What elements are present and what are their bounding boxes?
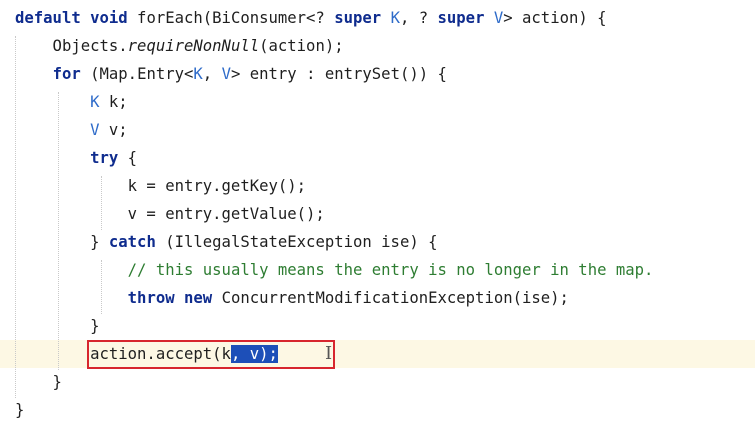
indent-guide [101, 260, 102, 314]
code-text: Objects.requireNonNull(action); [15, 32, 344, 60]
code-line[interactable]: } [0, 368, 755, 396]
code-token: ConcurrentModificationException(ise); [212, 289, 569, 307]
code-line[interactable]: } [0, 396, 755, 424]
code-text: try { [15, 144, 137, 172]
code-text: V v; [15, 116, 128, 144]
code-token: } [15, 233, 109, 251]
code-line[interactable]: // this usually means the entry is no lo… [0, 256, 755, 284]
code-token: forEach(BiConsumer<? [127, 9, 335, 27]
type-param-token: K [193, 65, 203, 83]
indent-guide [15, 36, 16, 398]
type-param-token: V [90, 121, 100, 139]
type-param-token: K [90, 93, 100, 111]
code-text: v = entry.getValue(); [15, 200, 325, 228]
code-line[interactable]: default void forEach(BiConsumer<? super … [0, 4, 755, 32]
code-line[interactable]: k = entry.getKey(); [0, 172, 755, 200]
code-line[interactable]: K k; [0, 88, 755, 116]
code-token: > entry : entrySet()) { [230, 65, 447, 83]
code-token: action.accept(k [15, 345, 231, 363]
code-token: k; [99, 93, 128, 111]
indent-guide [58, 92, 59, 370]
indent-guide [101, 176, 102, 230]
static-method-token: requireNonNull [127, 37, 260, 55]
keyword-token: super [334, 9, 382, 27]
i-beam-cursor-icon: I [325, 343, 333, 364]
code-line[interactable]: } catch (IllegalStateException ise) { [0, 228, 755, 256]
keyword-token: catch [108, 233, 156, 251]
code-text: } [15, 396, 24, 424]
keyword-token: default [15, 9, 81, 27]
code-text: action.accept(k, v); [15, 340, 278, 368]
code-token: (action); [259, 37, 344, 55]
code-token: v; [99, 121, 128, 139]
code-token: (IllegalStateException ise) { [155, 233, 438, 251]
code-token: { [118, 149, 138, 167]
code-line[interactable]: v = entry.getValue(); [0, 200, 755, 228]
code-token: } [15, 373, 62, 391]
code-token: v = entry.getValue(); [15, 205, 325, 223]
code-token: } [15, 401, 25, 419]
selected-text: , v); [230, 345, 278, 363]
keyword-token: super [437, 9, 485, 27]
current-code-line[interactable]: action.accept(k, v); [0, 340, 755, 368]
code-token: (Map.Entry< [80, 65, 194, 83]
code-token: > action) { [503, 9, 607, 27]
keyword-token: void [90, 9, 128, 27]
type-param-token: V [221, 65, 231, 83]
code-text: default void forEach(BiConsumer<? super … [15, 4, 607, 32]
keyword-token: throw [127, 289, 175, 307]
keyword-token: for [52, 65, 81, 83]
type-param-token: K [390, 9, 400, 27]
code-text: } [15, 368, 62, 396]
comment-token: // this usually means the entry is no lo… [127, 261, 654, 279]
code-line[interactable]: try { [0, 144, 755, 172]
keyword-token: new [184, 289, 213, 307]
code-text: } catch (IllegalStateException ise) { [15, 228, 438, 256]
type-param-token: V [493, 9, 504, 27]
code-line[interactable]: Objects.requireNonNull(action); [0, 32, 755, 60]
code-token: Objects. [15, 37, 128, 55]
code-token: , ? [399, 9, 438, 27]
code-line[interactable]: } [0, 312, 755, 340]
code-line[interactable]: V v; [0, 116, 755, 144]
code-editor[interactable]: default void forEach(BiConsumer<? super … [0, 0, 755, 426]
code-token: , [202, 65, 222, 83]
code-text: K k; [15, 88, 128, 116]
code-line[interactable]: throw new ConcurrentModificationExceptio… [0, 284, 755, 312]
code-line[interactable]: for (Map.Entry<K, V> entry : entrySet())… [0, 60, 755, 88]
code-text: for (Map.Entry<K, V> entry : entrySet())… [15, 60, 447, 88]
code-text: throw new ConcurrentModificationExceptio… [15, 284, 569, 312]
keyword-token: try [90, 149, 119, 167]
code-text: // this usually means the entry is no lo… [15, 256, 654, 284]
